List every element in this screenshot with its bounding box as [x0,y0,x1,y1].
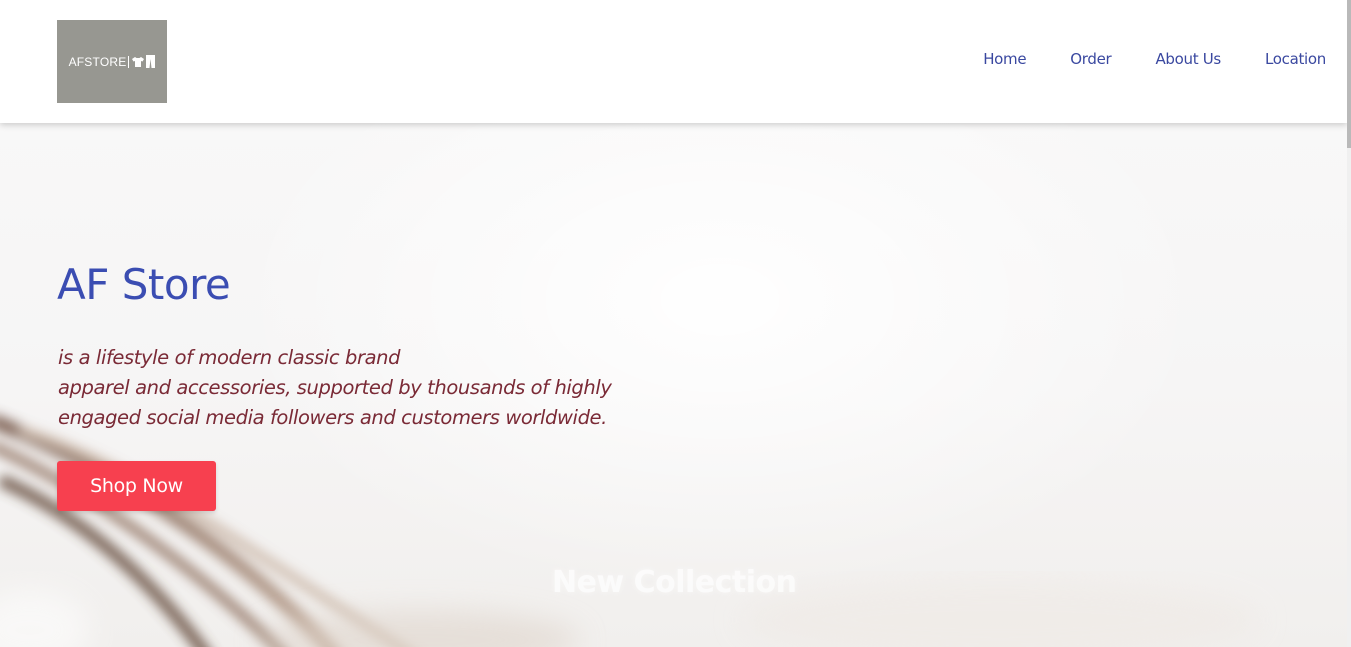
hero-description-line: engaged social media followers and custo… [58,406,607,429]
hero-title: AF Store [57,260,231,309]
store-logo[interactable]: AFSTORE [57,20,167,103]
nav-about-us-link[interactable]: About Us [1133,50,1243,68]
logo-text: AFSTORE [68,54,127,69]
page-scrollbar[interactable] [1347,0,1351,647]
nav-order-link[interactable]: Order [1048,50,1133,68]
pants-icon [146,55,156,68]
nav-location-link[interactable]: Location [1243,50,1326,68]
hero-description-line: apparel and accessories, supported by th… [58,376,612,399]
scrollbar-thumb[interactable] [1347,0,1351,148]
top-navbar: AFSTORE Home Order About Us Location [0,0,1347,123]
logo-separator-icon [128,55,130,68]
nav-home-link[interactable]: Home [961,50,1048,68]
new-collection-heading: New Collection [552,565,797,600]
main-nav: Home Order About Us Location [961,50,1326,68]
tshirt-icon [132,56,145,68]
hero-description: is a lifestyle of modern classic brand a… [58,343,698,433]
hero-description-line: is a lifestyle of modern classic brand [58,346,401,369]
shop-now-button[interactable]: Shop Now [57,461,216,511]
